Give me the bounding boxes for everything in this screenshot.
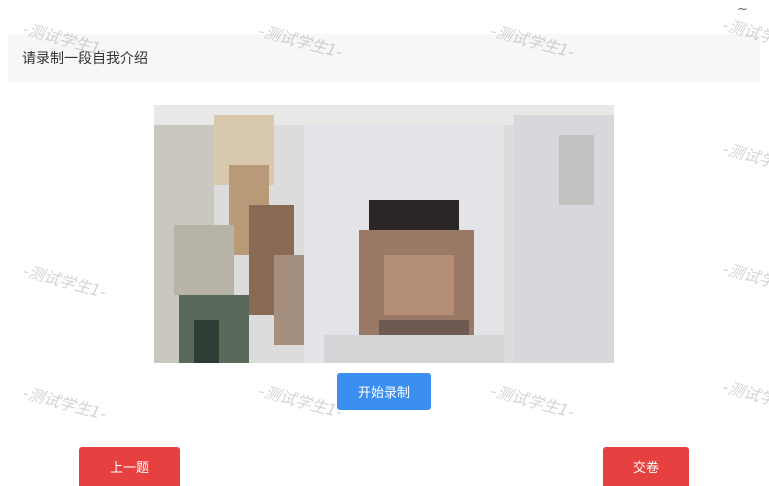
watermark: -测试学生1- [256, 381, 345, 422]
watermark: -测试学生1- [720, 377, 769, 418]
watermark: -测试学生1- [20, 261, 109, 302]
watermark: -测试学生1- [720, 139, 769, 180]
start-recording-button[interactable]: 开始录制 [337, 373, 431, 410]
question-prompt: 请录制一段自我介绍 [22, 51, 148, 67]
camera-preview-image [154, 105, 614, 363]
previous-question-button[interactable]: 上一题 [79, 447, 180, 486]
watermark: -测试学生1- [720, 259, 769, 300]
watermark: -测试学生1- [488, 381, 577, 422]
camera-preview [154, 105, 614, 363]
watermark: -测试学生1- [20, 383, 109, 424]
question-bar: 请录制一段自我介绍 [8, 34, 760, 82]
submit-exam-button[interactable]: 交卷 [603, 447, 689, 486]
corner-glyph: ~ [737, 2, 748, 17]
